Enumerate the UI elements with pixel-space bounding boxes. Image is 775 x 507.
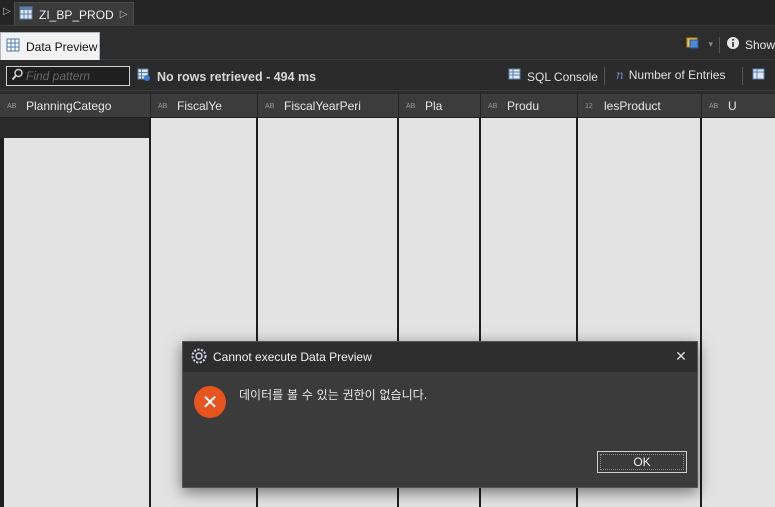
column-header[interactable]: 12 lesProduct [578,94,702,118]
status-readout: No rows retrieved - 494 ms [137,68,316,85]
show-button[interactable]: Show [726,36,775,53]
toolbar-separator [718,36,720,53]
selected-row-strip [0,118,150,138]
find-pattern-input[interactable] [26,69,126,83]
info-icon [726,36,740,53]
layout-dropdown-icon[interactable]: ▾ [708,39,713,50]
column-type-badge: AB [158,102,168,110]
toolbar-separator [604,67,605,85]
grid-icon [6,38,20,55]
overflow-toolbar-button[interactable] [752,68,766,85]
column-type-badge: AB [406,102,416,110]
column-header[interactable]: AB FiscalYearPeri [258,94,399,118]
editor-tab-label: ZI_BP_PROD [39,7,114,22]
column-divider [700,118,702,507]
tab-scroll-left-icon[interactable]: ▷ [3,5,13,19]
number-of-entries-button[interactable]: n Number of Entries [616,68,725,82]
column-type-badge: AB [7,102,17,110]
column-header[interactable]: AB FiscalYe [151,94,258,118]
error-icon: ✕ [194,386,226,418]
layout-icon[interactable] [686,36,702,53]
count-icon: n [616,68,624,82]
number-of-entries-label: Number of Entries [628,68,726,82]
tab-data-preview[interactable]: Data Preview [0,32,100,60]
column-name: FiscalYearPeri [284,99,361,113]
column-divider [149,118,151,507]
app-gear-icon [191,348,207,367]
column-header[interactable]: AB Produ [481,94,578,118]
grid-left-border [0,138,4,507]
data-preview-toolbar: No rows retrieved - 494 ms SQL Console n… [0,61,775,91]
column-name: Produ [507,99,540,113]
column-type-badge: AB [709,102,719,110]
find-pattern-field[interactable] [6,66,130,86]
view-tab-bar: Data Preview ▾ Show [0,27,775,60]
status-text: No rows retrieved - 494 ms [157,69,317,84]
column-name: PlanningCatego [26,99,112,113]
column-name: FiscalYe [177,99,222,113]
sql-console-label: SQL Console [527,69,598,84]
rows-icon [137,68,151,85]
editor-tab-zi-bp-prod[interactable]: ZI_BP_PROD ▷ [14,2,135,26]
column-header[interactable]: AB Pla [399,94,481,118]
search-icon [11,68,24,84]
column-type-badge: AB [265,102,275,110]
column-name: lesProduct [604,99,661,113]
tab-menu-icon[interactable]: ▷ [120,9,128,20]
error-dialog: Cannot execute Data Preview ✕ ✕ 데이터를 볼 수… [182,341,698,488]
table-icon [752,68,766,85]
grid-header: AB PlanningCatego AB FiscalYe AB FiscalY… [0,94,775,118]
ok-button[interactable]: OK [597,451,687,473]
column-name: Pla [425,99,443,113]
sql-console-icon [508,68,522,85]
dialog-title-bar[interactable]: Cannot execute Data Preview [183,342,697,372]
column-type-badge: 12 [585,102,593,110]
show-button-label: Show [744,37,775,52]
column-type-badge: AB [488,102,498,110]
sql-console-button[interactable]: SQL Console [508,68,598,85]
close-icon[interactable]: ✕ [673,348,689,364]
table-icon [19,6,33,23]
dialog-title: Cannot execute Data Preview [213,350,372,364]
editor-tab-strip: ▷ ZI_BP_PROD ▷ [0,0,775,26]
column-name: U [728,99,737,113]
column-header[interactable]: AB PlanningCatego [0,94,151,118]
toolbar-separator [742,67,743,85]
dialog-message: 데이터를 볼 수 있는 권한이 없습니다. [239,388,428,402]
tab-data-preview-label: Data Preview [26,39,98,54]
column-header[interactable]: AB U [702,94,775,118]
